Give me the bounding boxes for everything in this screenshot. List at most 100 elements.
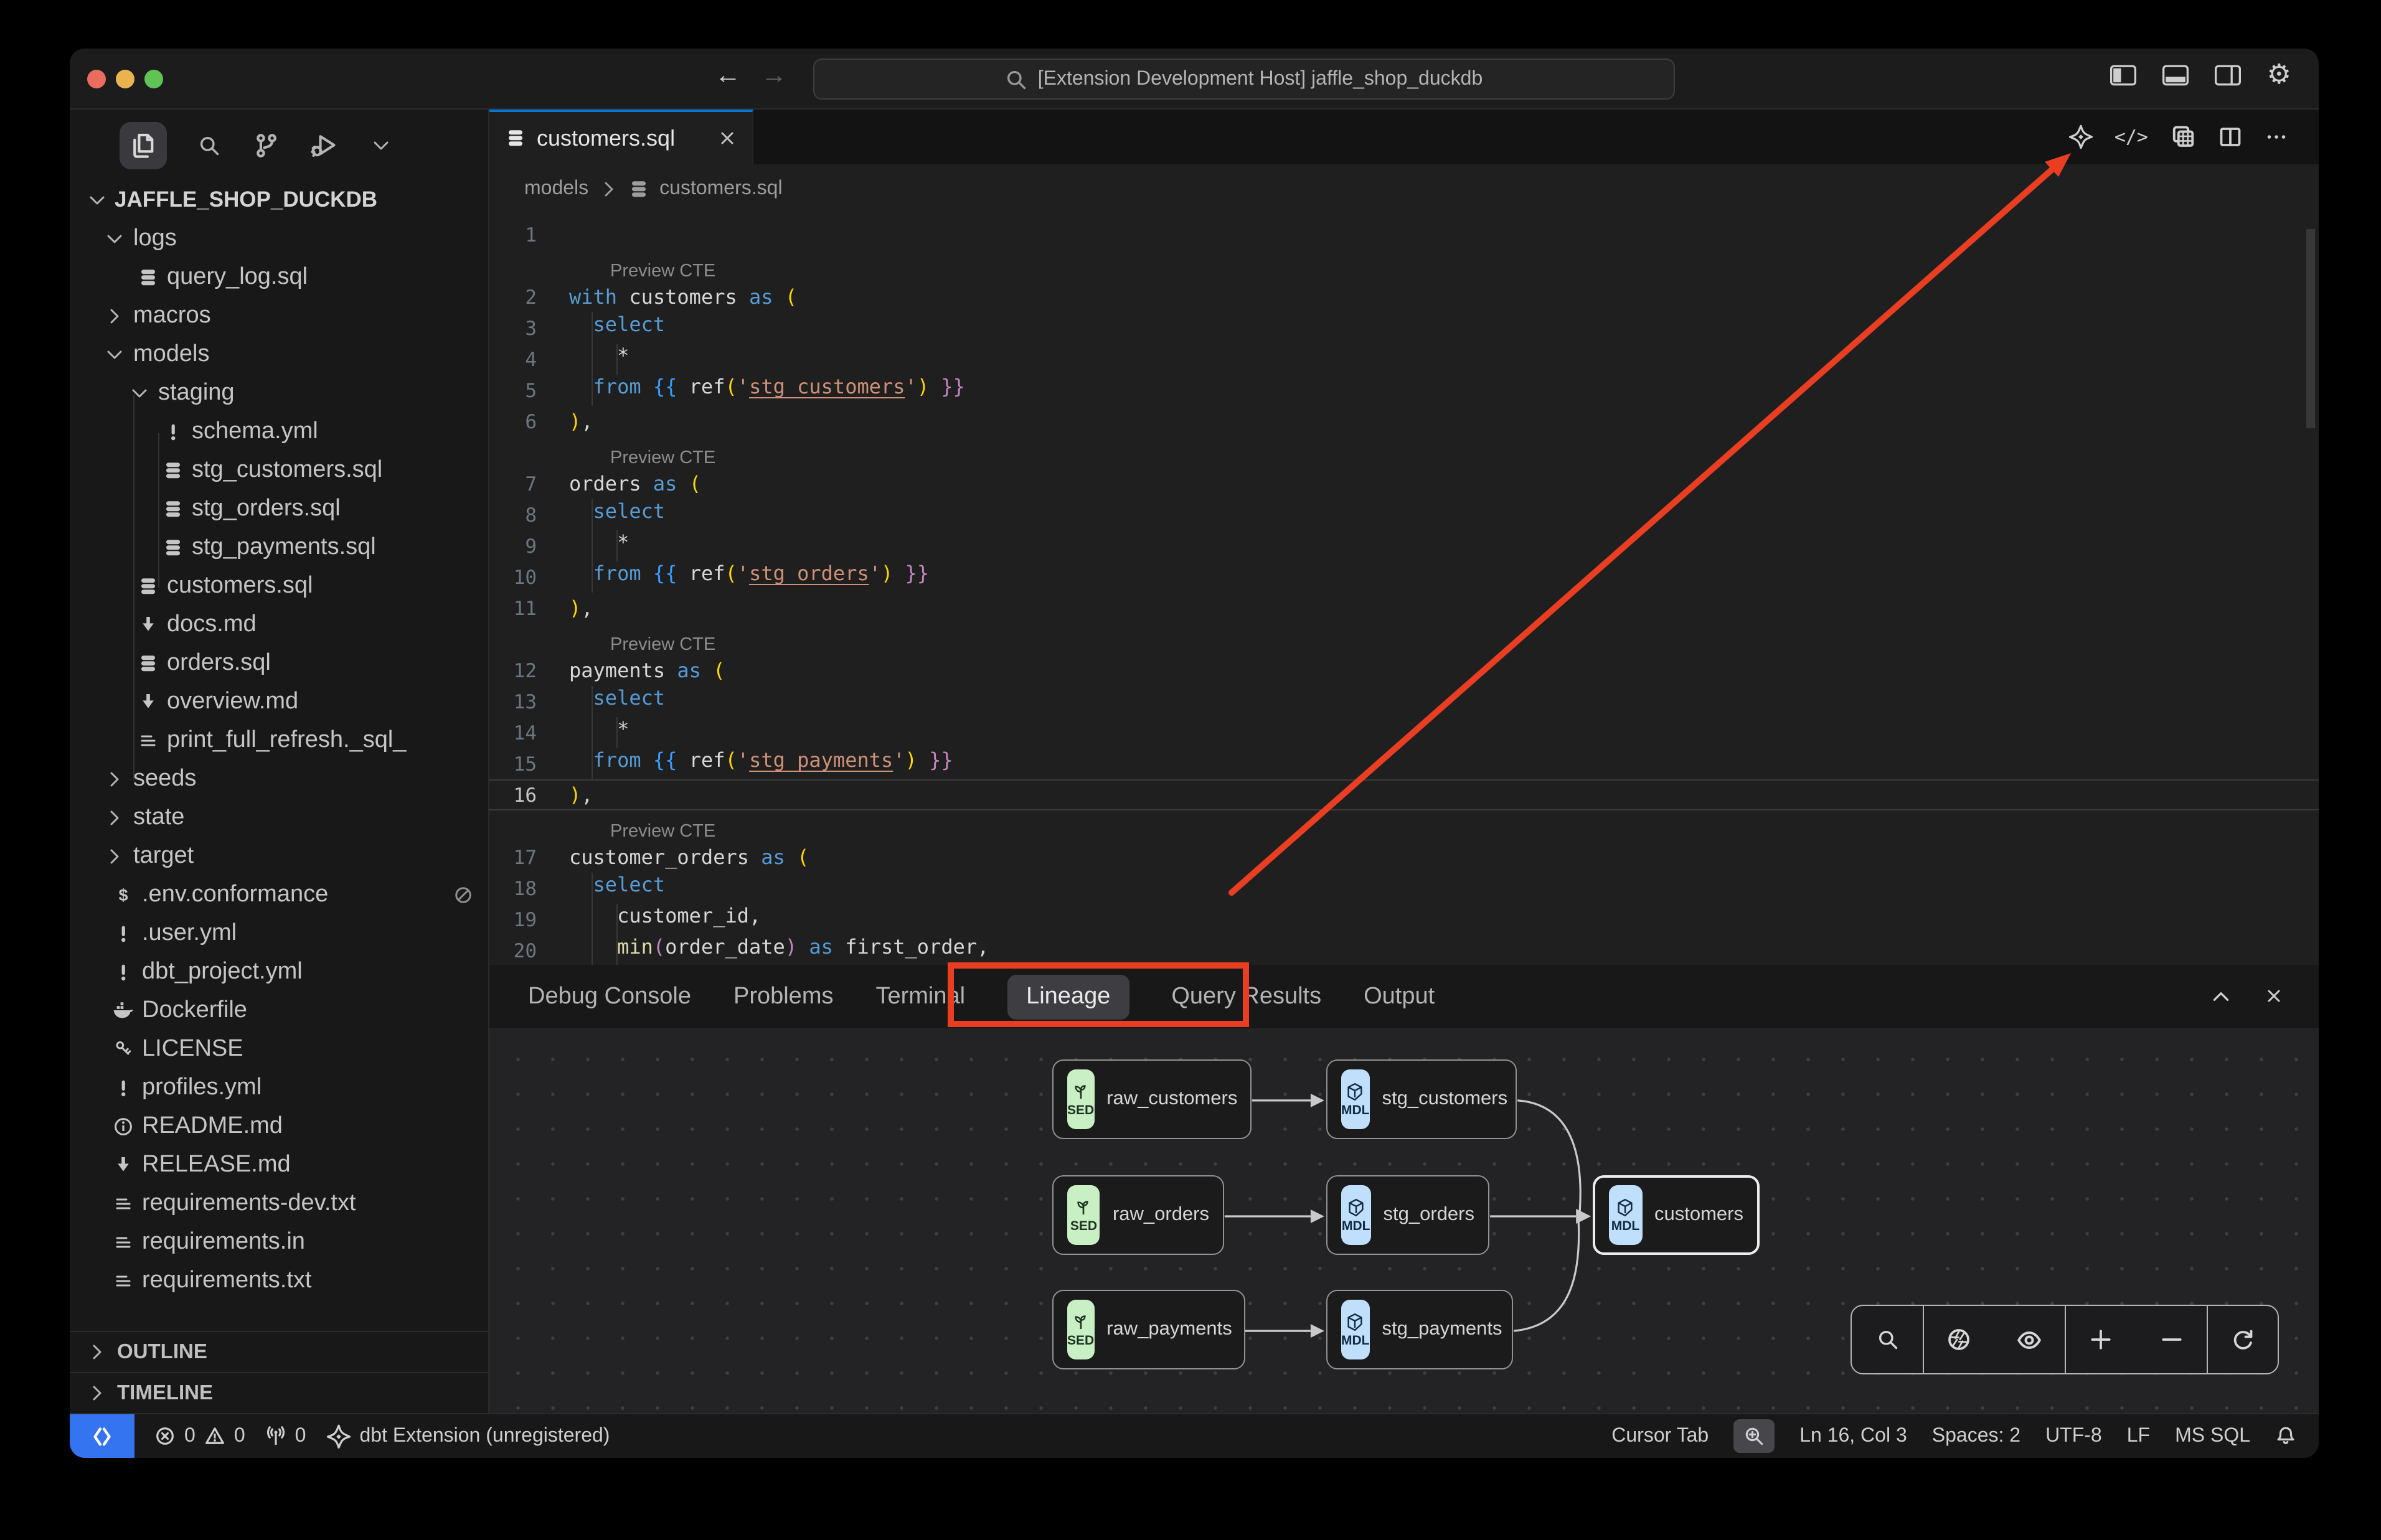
- zoom-in-button[interactable]: [2065, 1306, 2136, 1373]
- list-icon: [112, 1231, 133, 1252]
- tree-item[interactable]: LICENSE: [70, 1030, 488, 1068]
- panel-tab[interactable]: Lineage: [1007, 974, 1129, 1019]
- panel-tab[interactable]: Output: [1364, 983, 1435, 1010]
- tree-item[interactable]: requirements.txt: [70, 1261, 488, 1300]
- bell-icon[interactable]: [2275, 1425, 2296, 1447]
- source-control-view-button[interactable]: [252, 130, 281, 160]
- panel-tab[interactable]: Debug Console: [528, 983, 691, 1010]
- chevron-down-icon: [87, 190, 107, 210]
- sidebar-section-header[interactable]: TIMELINE: [70, 1372, 488, 1413]
- close-icon[interactable]: [2264, 986, 2284, 1007]
- tree-item[interactable]: print_full_refresh._sql_: [70, 721, 488, 759]
- query-results-icon[interactable]: [2169, 123, 2197, 151]
- indentation-status[interactable]: Spaces: 2: [1932, 1425, 2020, 1447]
- tree-item-label: docs.md: [167, 611, 257, 638]
- close-icon[interactable]: [717, 128, 737, 148]
- back-icon[interactable]: ←: [715, 61, 741, 91]
- tree-item[interactable]: Dockerfile: [70, 991, 488, 1030]
- run-debug-view-button[interactable]: [309, 130, 339, 160]
- codelens-preview-cte[interactable]: Preview CTE: [489, 250, 2319, 281]
- more-views-button[interactable]: [366, 130, 396, 160]
- lineage-node[interactable]: SED raw_customers: [1052, 1059, 1252, 1139]
- tree-item[interactable]: state: [70, 798, 488, 837]
- tree-item[interactable]: docs.md: [70, 605, 488, 644]
- problems-status[interactable]: 0 0: [154, 1425, 245, 1447]
- lineage-node[interactable]: MDL stg_orders: [1326, 1175, 1489, 1255]
- zoom-window-button[interactable]: [144, 70, 163, 88]
- codelens-preview-cte[interactable]: Preview CTE: [489, 437, 2319, 468]
- sidebar-section-header[interactable]: OUTLINE: [70, 1331, 488, 1372]
- tree-item[interactable]: models: [70, 335, 488, 373]
- panel-tab[interactable]: Query Results: [1171, 983, 1321, 1010]
- zoom-out-button[interactable]: [2136, 1306, 2207, 1373]
- lineage-canvas[interactable]: SED raw_customers MDL stg_customers: [489, 1028, 2319, 1413]
- tab-customers-sql[interactable]: customers.sql: [489, 110, 753, 164]
- encoding-status[interactable]: UTF-8: [2045, 1425, 2102, 1447]
- lineage-node[interactable]: MDL stg_payments: [1326, 1290, 1513, 1369]
- tree-item[interactable]: overview.md: [70, 682, 488, 721]
- compiled-code-icon[interactable]: </>: [2115, 126, 2148, 148]
- tree-item[interactable]: requirements.in: [70, 1223, 488, 1261]
- lineage-snapshot-button[interactable]: [1923, 1306, 1994, 1373]
- chevron-right-icon: [105, 769, 125, 789]
- eol-status[interactable]: LF: [2127, 1425, 2150, 1447]
- explorer-view-button[interactable]: [120, 121, 167, 169]
- search-view-button[interactable]: [194, 130, 224, 160]
- codelens-preview-cte[interactable]: Preview CTE: [489, 810, 2319, 842]
- tree-item[interactable]: query_log.sql: [70, 258, 488, 296]
- tree-item[interactable]: .user.yml: [70, 914, 488, 952]
- code-line: 15 from {{ ref('stg_payments') }}: [489, 748, 2319, 779]
- breadcrumb-folder[interactable]: models: [524, 178, 588, 200]
- more-actions-icon[interactable]: [2264, 124, 2289, 149]
- tree-item[interactable]: schema.yml: [70, 412, 488, 451]
- tree-root-folder[interactable]: JAFFLE_SHOP_DUCKDB: [70, 181, 488, 219]
- ports-status[interactable]: 0: [265, 1425, 306, 1447]
- forward-icon[interactable]: →: [761, 61, 787, 91]
- toggle-primary-sidebar-icon[interactable]: [2110, 63, 2138, 87]
- dbt-extension-status[interactable]: dbt Extension (unregistered): [326, 1424, 610, 1448]
- lineage-node[interactable]: MDL customers: [1593, 1175, 1760, 1255]
- tree-item[interactable]: logs: [70, 219, 488, 258]
- editor-scrollbar[interactable]: [2306, 229, 2315, 428]
- tree-item[interactable]: README.md: [70, 1107, 488, 1145]
- codelens-preview-cte[interactable]: Preview CTE: [489, 624, 2319, 655]
- tree-item[interactable]: dbt_project.yml: [70, 952, 488, 991]
- minimize-window-button[interactable]: [116, 70, 134, 88]
- tree-item[interactable]: target: [70, 837, 488, 875]
- lineage-node[interactable]: SED raw_orders: [1052, 1175, 1224, 1255]
- language-mode-status[interactable]: MS SQL: [2175, 1425, 2250, 1447]
- cursor-tab-status[interactable]: Cursor Tab: [1611, 1425, 1709, 1447]
- chevron-up-icon[interactable]: [2210, 986, 2232, 1007]
- lineage-search-button[interactable]: [1852, 1306, 1923, 1373]
- tree-item[interactable]: macros: [70, 296, 488, 335]
- tree-item[interactable]: RELEASE.md: [70, 1145, 488, 1184]
- tree-item[interactable]: staging: [70, 373, 488, 412]
- tree-item[interactable]: orders.sql: [70, 644, 488, 682]
- close-window-button[interactable]: [87, 70, 106, 88]
- tree-item[interactable]: $ .env.conformance: [70, 875, 488, 914]
- remote-indicator[interactable]: [70, 1414, 134, 1458]
- panel-tab[interactable]: Problems: [733, 983, 834, 1010]
- lineage-node[interactable]: MDL stg_customers: [1326, 1059, 1517, 1139]
- tree-item[interactable]: stg_customers.sql: [70, 451, 488, 489]
- tree-item[interactable]: seeds: [70, 759, 488, 798]
- split-editor-icon[interactable]: [2218, 124, 2243, 149]
- panel-tab[interactable]: Terminal: [875, 983, 965, 1010]
- dbt-icon[interactable]: [2068, 124, 2093, 149]
- toggle-panel-icon[interactable]: [2162, 63, 2190, 87]
- zoom-indicator[interactable]: [1733, 1419, 1775, 1453]
- tree-item[interactable]: stg_payments.sql: [70, 528, 488, 566]
- docker-icon: [112, 1000, 133, 1021]
- refresh-button[interactable]: [2207, 1306, 2278, 1373]
- tree-item[interactable]: requirements-dev.txt: [70, 1184, 488, 1223]
- command-center-search[interactable]: [Extension Development Host] jaffle_shop…: [813, 59, 1675, 100]
- tree-item[interactable]: customers.sql: [70, 566, 488, 605]
- breadcrumb-file[interactable]: customers.sql: [659, 178, 782, 200]
- tree-item[interactable]: profiles.yml: [70, 1068, 488, 1107]
- cursor-position-status[interactable]: Ln 16, Col 3: [1799, 1425, 1907, 1447]
- lineage-visibility-button[interactable]: [1994, 1306, 2065, 1373]
- lineage-node[interactable]: SED raw_payments: [1052, 1290, 1245, 1369]
- tree-item[interactable]: stg_orders.sql: [70, 489, 488, 528]
- toggle-secondary-sidebar-icon[interactable]: [2215, 63, 2242, 87]
- gear-icon[interactable]: ⚙: [2267, 61, 2291, 88]
